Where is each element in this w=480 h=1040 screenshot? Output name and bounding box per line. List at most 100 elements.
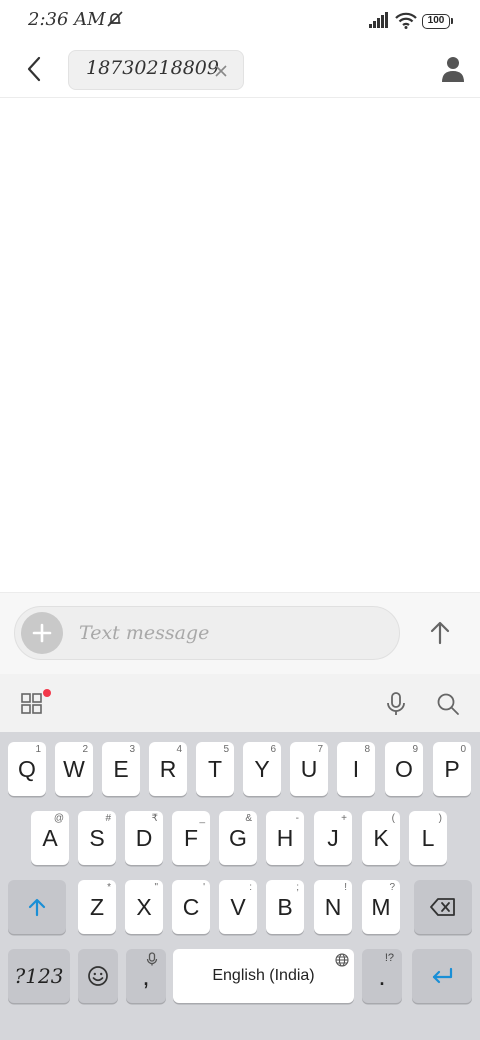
- key-hint: #: [105, 813, 111, 824]
- key-hint: 6: [270, 744, 276, 755]
- key-n[interactable]: N!: [314, 880, 352, 934]
- key-t[interactable]: T5: [196, 742, 234, 796]
- key-label: K: [373, 824, 389, 851]
- key-y[interactable]: Y6: [243, 742, 281, 796]
- key-label: D: [135, 824, 153, 851]
- apps-grid-icon[interactable]: [20, 692, 44, 716]
- key-hint: 1: [35, 744, 41, 755]
- key-label: P: [444, 755, 460, 782]
- search-icon[interactable]: [435, 691, 461, 717]
- key-s[interactable]: S #: [78, 811, 116, 865]
- key-label: O: [395, 755, 413, 782]
- key-w[interactable]: W2: [55, 742, 93, 796]
- key-hint: ;: [296, 882, 299, 893]
- signal-icon: [369, 12, 388, 28]
- key-hint: ): [438, 813, 442, 824]
- key-i[interactable]: I8: [337, 742, 375, 796]
- key-o[interactable]: O9: [385, 742, 423, 796]
- key-r[interactable]: R4: [149, 742, 187, 796]
- key-u[interactable]: U7: [290, 742, 328, 796]
- key-hint: !: [344, 882, 347, 893]
- message-input[interactable]: [79, 615, 379, 651]
- space-label: English (India): [212, 967, 315, 984]
- comma-key[interactable]: ,: [126, 949, 166, 1003]
- key-c[interactable]: C ': [172, 880, 210, 934]
- key-m[interactable]: M?: [362, 880, 400, 934]
- status-time: 2:36 AM: [28, 9, 106, 30]
- key-v[interactable]: V:: [219, 880, 257, 934]
- period-label: .: [378, 961, 386, 991]
- key-label: Y: [254, 755, 270, 782]
- back-arrow-icon: [27, 56, 41, 82]
- key-label: T: [207, 755, 223, 782]
- key-label: L: [421, 824, 435, 851]
- key-hint: _: [199, 813, 205, 824]
- key-label: I: [352, 755, 360, 782]
- key-label: C: [182, 893, 200, 920]
- key-hint: ?: [389, 882, 395, 893]
- notification-dot: [43, 689, 51, 697]
- key-hint: *: [107, 882, 111, 893]
- key-label: S: [89, 824, 105, 851]
- close-icon[interactable]: [213, 63, 229, 79]
- backspace-icon: [430, 898, 455, 916]
- enter-key[interactable]: [412, 949, 472, 1003]
- enter-icon: [432, 967, 453, 984]
- backspace-key[interactable]: [414, 880, 472, 934]
- back-button[interactable]: [16, 51, 52, 87]
- key-d[interactable]: D ₹: [125, 811, 163, 865]
- key-e[interactable]: E3: [102, 742, 140, 796]
- conversation-area[interactable]: [0, 98, 480, 592]
- recipient-chip[interactable]: 18730218809: [68, 50, 244, 90]
- key-p[interactable]: P0: [433, 742, 471, 796]
- comma-label: ,: [142, 961, 150, 991]
- key-b[interactable]: B;: [266, 880, 304, 934]
- key-label: Z: [89, 893, 105, 920]
- add-attachment-button[interactable]: [21, 612, 63, 654]
- status-bar: 2:36 AM 100: [0, 0, 480, 40]
- key-hint: 7: [317, 744, 323, 755]
- symbols-key[interactable]: ?123: [8, 949, 70, 1003]
- emoji-key[interactable]: [78, 949, 118, 1003]
- key-z[interactable]: Z *: [78, 880, 116, 934]
- key-label: W: [63, 755, 85, 782]
- key-hint: ": [154, 882, 158, 893]
- key-label: B: [277, 893, 293, 920]
- key-x[interactable]: X ": [125, 880, 163, 934]
- key-hint: 9: [412, 744, 418, 755]
- dnd-off-icon: [107, 11, 123, 27]
- key-hint: 5: [223, 744, 229, 755]
- symbols-label: ?123: [14, 964, 64, 988]
- key-label: R: [159, 755, 177, 782]
- key-g[interactable]: G &: [219, 811, 257, 865]
- key-a[interactable]: A @: [31, 811, 69, 865]
- microphone-hint-icon: [146, 952, 158, 966]
- compose-bar: [0, 592, 480, 674]
- key-hint: ₹: [151, 813, 158, 824]
- key-label: H: [276, 824, 294, 851]
- period-key[interactable]: . !?: [362, 949, 402, 1003]
- key-l[interactable]: L): [409, 811, 447, 865]
- emoji-icon: [88, 966, 108, 986]
- key-label: J: [327, 824, 339, 851]
- key-h[interactable]: H-: [266, 811, 304, 865]
- key-hint: 2: [82, 744, 88, 755]
- key-q[interactable]: Q1: [8, 742, 46, 796]
- key-k[interactable]: K(: [362, 811, 400, 865]
- shift-key[interactable]: [8, 880, 66, 934]
- key-label: N: [324, 893, 342, 920]
- period-hint: !?: [384, 952, 394, 964]
- microphone-icon[interactable]: [384, 691, 408, 717]
- battery-level: 100: [427, 15, 445, 26]
- message-box: [14, 606, 400, 660]
- send-button[interactable]: [420, 613, 460, 653]
- contact-icon[interactable]: [438, 54, 468, 84]
- space-key[interactable]: English (India): [173, 949, 354, 1003]
- globe-icon: [335, 953, 349, 967]
- shift-icon: [28, 898, 46, 917]
- key-f[interactable]: F _: [172, 811, 210, 865]
- key-j[interactable]: J +: [314, 811, 352, 865]
- key-label: Q: [18, 755, 36, 782]
- keyboard-toolbar: [0, 674, 480, 732]
- key-hint: (: [391, 813, 395, 824]
